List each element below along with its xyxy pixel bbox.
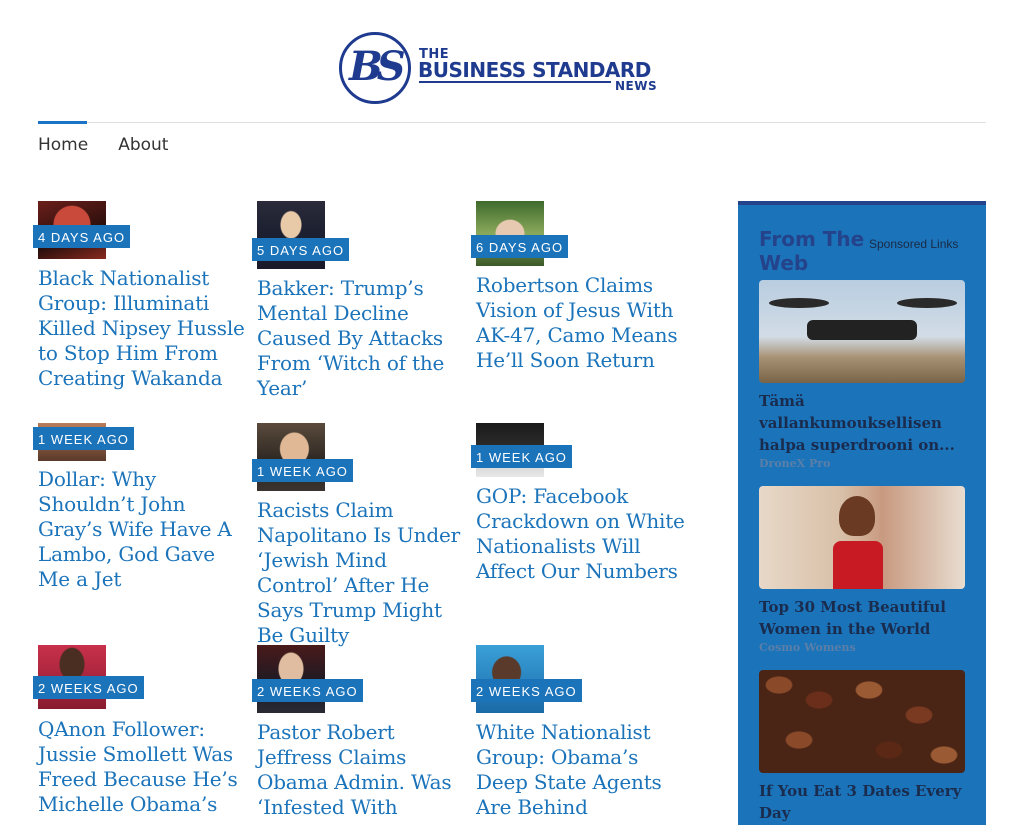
article-age-badge: 2 WEEKS AGO [471,679,582,702]
sidebar-heading: From The Web [759,227,865,275]
sponsored-sidebar: From The Web Sponsored Links Tämä vallan… [738,201,986,825]
article-age-badge: 4 DAYS AGO [33,225,131,248]
promo-title: Top 30 Most Beautiful Women in the World [759,598,946,638]
article-title-link[interactable]: QAnon Follower: Jussie Smollett Was Free… [38,717,248,817]
article-title-link[interactable]: White Nationalist Group: Obama’s Deep St… [476,720,686,820]
logo-news: NEWS [615,79,658,93]
article-card: 2 WEEKS AGO White Nationalist Group: Oba… [471,645,686,819]
nav-divider [38,122,986,123]
promo-image[interactable] [759,670,965,773]
article-age-badge: 5 DAYS AGO [252,238,350,261]
logo-underline [419,81,611,83]
main-nav: Home About [38,135,168,155]
article-title-link[interactable]: Black Nationalist Group: Illuminati Kill… [38,266,248,391]
promo-image[interactable] [759,486,965,589]
article-card: 4 DAYS AGO Black Nationalist Group: Illu… [33,201,248,390]
promo-item[interactable]: Tämä vallankumouksellisen halpa superdro… [759,280,965,470]
site-logo[interactable]: BS THE BUSINESS STANDARD NEWS [339,31,669,111]
article-card: 1 WEEK AGO Dollar: Why Shouldn’t John Gr… [33,423,248,591]
promo-source: Cosmo Womens [759,641,856,654]
article-age-badge: 1 WEEK AGO [252,459,353,482]
promo-image[interactable] [759,280,965,383]
promo-item[interactable]: Top 30 Most Beautiful Women in the World… [759,486,965,654]
article-card: 5 DAYS AGO Bakker: Trump’s Mental Declin… [252,201,467,400]
article-age-badge: 2 WEEKS AGO [252,679,363,702]
article-title-link[interactable]: Robertson Claims Vision of Jesus With AK… [476,273,686,373]
article-title-link[interactable]: GOP: Facebook Crackdown on White Nationa… [476,484,686,584]
article-title-link[interactable]: Dollar: Why Shouldn’t John Gray’s Wife H… [38,467,248,592]
article-age-badge: 1 WEEK AGO [33,427,134,450]
article-card: 1 WEEK AGO Racists Claim Napolitano Is U… [252,423,467,647]
article-age-badge: 6 DAYS AGO [471,235,569,258]
nav-item-home[interactable]: Home [38,135,88,155]
nav-active-indicator [38,121,87,124]
promo-item[interactable]: If You Eat 3 Dates Every Day [759,670,965,825]
article-age-badge: 1 WEEK AGO [471,445,572,468]
article-title-link[interactable]: Bakker: Trump’s Mental Decline Caused By… [257,276,467,401]
sponsored-links-label[interactable]: Sponsored Links [869,237,958,251]
article-title-link[interactable]: Racists Claim Napolitano Is Under ‘Jewis… [257,498,467,648]
article-card: 6 DAYS AGO Robertson Claims Vision of Je… [471,201,686,372]
article-age-badge: 2 WEEKS AGO [33,676,144,699]
article-card: 2 WEEKS AGO Pastor Robert Jeffress Claim… [252,645,467,819]
article-card: 1 WEEK AGO GOP: Facebook Crackdown on Wh… [471,423,686,583]
promo-title: If You Eat 3 Dates Every Day [759,782,962,822]
article-title-link[interactable]: Pastor Robert Jeffress Claims Obama Admi… [257,720,467,820]
article-card: 2 WEEKS AGO QAnon Follower: Jussie Smoll… [33,645,248,816]
promo-source: DroneX Pro [759,457,831,470]
logo-emblem-text: BS [349,43,406,90]
logo-emblem: BS [339,32,411,104]
promo-title: Tämä vallankumouksellisen halpa superdro… [759,392,955,454]
nav-item-about[interactable]: About [118,135,168,155]
